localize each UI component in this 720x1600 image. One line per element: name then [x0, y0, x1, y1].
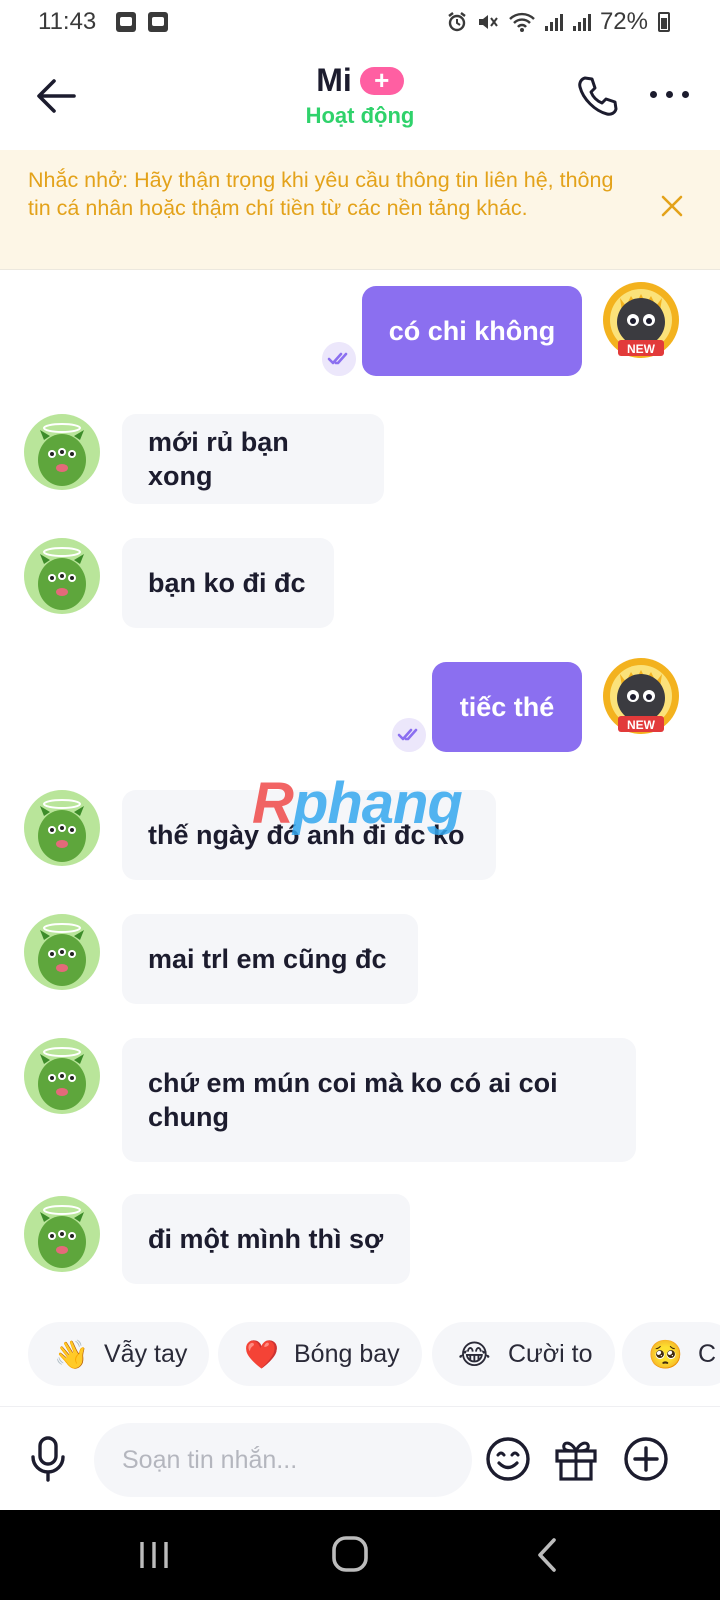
image-icon [116, 12, 136, 32]
alarm-icon [448, 12, 466, 32]
composer-bar [0, 1406, 720, 1510]
monster-avatar-icon [38, 923, 86, 986]
monster-avatar-icon [38, 547, 86, 610]
message-input-wrapper[interactable] [94, 1423, 472, 1497]
message-text: tiếc thé [459, 692, 555, 722]
message-text: mai trl em cũng đc [148, 944, 387, 974]
contact-avatar[interactable] [24, 790, 100, 866]
message-text: có chi không [388, 316, 556, 346]
read-check-icon [322, 342, 356, 376]
add-icon[interactable] [622, 1435, 670, 1483]
message-input[interactable] [122, 1445, 442, 1475]
reaction-label: C [698, 1339, 717, 1368]
microphone-icon[interactable] [28, 1435, 68, 1483]
quick-reaction-bar[interactable]: 👋 Vẫy tay ❤️ Bóng bay 😂 Cười to 🥺 C [0, 1320, 720, 1396]
recent-apps-icon[interactable] [124, 1532, 184, 1578]
message-bubble-incoming[interactable]: mai trl em cũng đc [122, 914, 418, 1004]
safety-reminder-banner: Nhắc nhở: Hãy thận trọng khi yêu cầu thô… [0, 150, 720, 270]
reaction-label: Bóng bay [294, 1339, 400, 1368]
laugh-icon: 😂 [458, 1338, 491, 1370]
message-bubble-incoming[interactable]: đi một mình thì sợ [122, 1194, 410, 1284]
emoji-icon[interactable] [484, 1435, 532, 1483]
contact-avatar[interactable] [24, 1196, 100, 1272]
battery-icon [658, 12, 670, 32]
my-avatar[interactable]: NEW [598, 278, 684, 364]
contact-name[interactable]: Mi [316, 62, 352, 99]
message-bubble-incoming[interactable]: mới rủ bạn xong [122, 414, 384, 504]
message-text: chứ em mún coi mà ko có ai coi chung [148, 1068, 558, 1132]
battery-percent: 72% [599, 8, 648, 35]
reminder-text: Nhắc nhở: Hãy thận trọng khi yêu cầu thô… [28, 168, 614, 220]
my-avatar[interactable]: NEW [598, 654, 684, 740]
message-bubble-incoming[interactable]: chứ em mún coi mà ko có ai coi chung [122, 1038, 636, 1162]
wave-icon: 👋 [54, 1338, 89, 1370]
svg-text:NEW: NEW [627, 718, 656, 732]
reaction-chip-pleading[interactable]: 🥺 C [622, 1322, 720, 1386]
contact-avatar[interactable] [24, 1038, 100, 1114]
new-badge-avatar-icon: NEW [603, 282, 679, 358]
status-time: 11:43 [38, 8, 97, 35]
reaction-chip-balloon[interactable]: ❤️ Bóng bay [218, 1322, 422, 1386]
system-nav-bar [0, 1510, 720, 1600]
reaction-chip-laugh[interactable]: 😂 Cười to [432, 1322, 615, 1386]
reaction-label: Cười to [508, 1339, 593, 1368]
phone-icon[interactable] [576, 74, 620, 118]
message-text: bạn ko đi đc [148, 568, 306, 598]
contact-avatar[interactable] [24, 414, 100, 490]
wifi-icon [509, 12, 535, 32]
reaction-chip-wave[interactable]: 👋 Vẫy tay [28, 1322, 210, 1386]
monster-avatar-icon [38, 423, 86, 486]
svg-text:NEW: NEW [627, 342, 656, 356]
reaction-label: Vẫy tay [104, 1339, 188, 1368]
gift-icon[interactable] [552, 1435, 600, 1483]
heart-icon: ❤️ [244, 1338, 279, 1370]
clock-icon [148, 12, 168, 32]
new-badge-avatar-icon: NEW [603, 658, 679, 734]
plus-badge: + [359, 66, 404, 95]
monster-avatar-icon [38, 1047, 86, 1110]
status-bar: 11:43 72% [0, 0, 720, 44]
monster-avatar-icon [38, 799, 86, 862]
more-options-icon[interactable] [650, 84, 694, 104]
message-text: mới rủ bạn xong [148, 427, 289, 491]
pleading-face-icon: 🥺 [648, 1338, 683, 1370]
watermark-logo: Rphang [252, 771, 463, 836]
contact-avatar[interactable] [24, 538, 100, 614]
back-nav-icon[interactable] [518, 1532, 578, 1578]
chat-header: Mi + Hoạt động [0, 44, 720, 148]
monster-avatar-icon [38, 1205, 86, 1268]
home-icon[interactable] [320, 1532, 380, 1578]
mute-icon [478, 15, 498, 29]
contact-avatar[interactable] [24, 914, 100, 990]
read-check-icon [392, 718, 426, 752]
signal-icon [544, 14, 563, 31]
message-bubble-outgoing[interactable]: có chi không [362, 286, 582, 376]
close-icon[interactable] [660, 194, 684, 218]
message-bubble-incoming[interactable]: bạn ko đi đc [122, 538, 334, 628]
message-text: đi một mình thì sợ [148, 1224, 384, 1254]
signal-icon [572, 14, 591, 31]
message-bubble-outgoing[interactable]: tiếc thé [432, 662, 582, 752]
